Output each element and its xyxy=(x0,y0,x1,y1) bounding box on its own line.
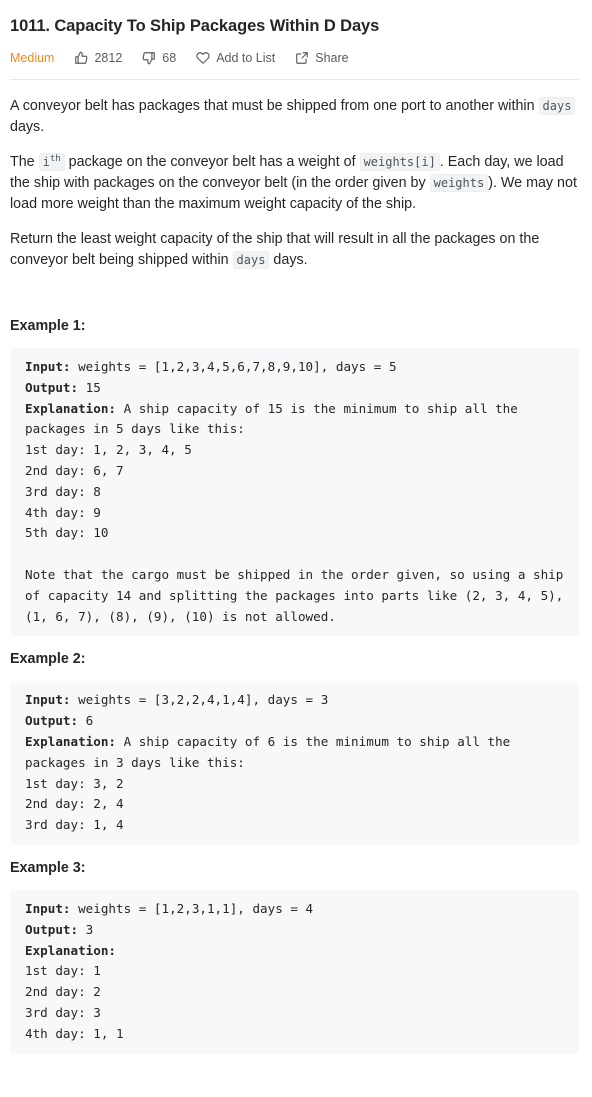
inline-code: ith xyxy=(38,153,65,171)
dislike-count: 68 xyxy=(162,51,177,65)
add-to-list-button[interactable]: Add to List xyxy=(196,51,275,65)
problem-title: 1011. Capacity To Ship Packages Within D… xyxy=(10,17,380,35)
inline-code: weights xyxy=(429,174,489,192)
description-paragraph-2: The ith package on the conveyor belt has… xyxy=(10,153,577,212)
description-paragraph-1: A conveyor belt has packages that must b… xyxy=(10,96,579,138)
dislike-button[interactable]: 68 xyxy=(142,51,176,65)
add-to-list-label: Add to List xyxy=(216,51,276,65)
like-button[interactable]: 2812 xyxy=(74,51,122,65)
heart-icon xyxy=(196,52,210,64)
example-1-block: Input: weights = [1,2,3,4,5,6,7,8,9,10],… xyxy=(10,348,579,637)
problem-meta-bar: Medium 2812 68 Add to List Share xyxy=(10,49,579,80)
example-2-block: Input: weights = [3,2,2,4,1,4], days = 3… xyxy=(10,681,579,845)
thumbs-up-icon xyxy=(75,51,88,64)
inline-code: days xyxy=(538,97,576,115)
description-paragraph-3: Return the least weight capacity of the … xyxy=(10,231,540,269)
example-3-block: Input: weights = [1,2,3,1,1], days = 4 O… xyxy=(10,889,579,1054)
inline-code: weights[i] xyxy=(359,153,440,171)
example-2-title: Example 2: xyxy=(10,651,86,668)
difficulty-badge: Medium xyxy=(10,51,55,65)
share-icon xyxy=(296,52,309,64)
thumbs-down-icon xyxy=(142,52,156,65)
problem-description: A conveyor belt has packages that must b… xyxy=(10,96,579,271)
example-1-title: Example 1: xyxy=(10,318,86,334)
share-button[interactable]: Share xyxy=(295,51,349,65)
example-3-title: Example 3: xyxy=(10,859,86,876)
problem-page: 1011. Capacity To Ship Packages Within D… xyxy=(0,0,592,1054)
inline-code: days xyxy=(232,251,270,269)
share-label: Share xyxy=(315,51,349,65)
like-count: 2812 xyxy=(94,51,123,65)
